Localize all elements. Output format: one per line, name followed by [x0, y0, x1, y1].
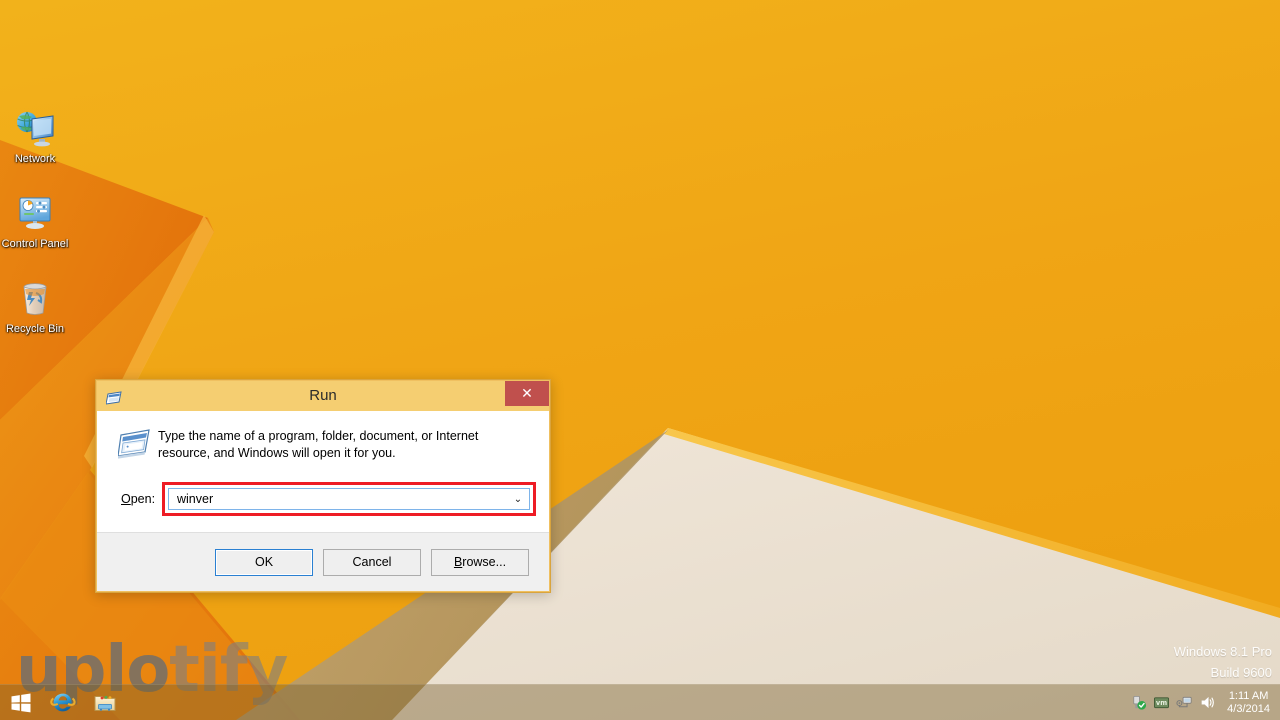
windows-logo-icon [11, 693, 31, 712]
ok-button[interactable]: OK [215, 548, 313, 576]
taskbar-clock[interactable]: 1:11 AM 4/3/2014 [1219, 690, 1280, 716]
desktop-wallpaper [0, 0, 1280, 720]
open-field-highlight: ⌄ [162, 482, 536, 516]
run-window-icon-large [118, 429, 150, 459]
run-dialog-title: Run [309, 387, 337, 404]
browse-button-accel: B [453, 555, 463, 569]
run-dialog-footer: OK Cancel Browse... [97, 532, 549, 591]
run-dialog-titlebar[interactable]: Run ✕ [97, 381, 549, 411]
open-input[interactable] [169, 488, 507, 510]
desktop-screen: Network Control Panel Recycle Bin Window… [0, 0, 1280, 720]
clock-date: 4/3/2014 [1227, 702, 1270, 715]
speaker-icon [1201, 696, 1215, 709]
tray-item-vmware-tools[interactable]: vm [1150, 685, 1173, 720]
tray-item-volume[interactable] [1196, 685, 1219, 720]
desktop-icon-network[interactable]: Network [0, 108, 70, 165]
version-line-2: Build 9600 [1210, 665, 1272, 680]
svg-text:vm: vm [1156, 699, 1167, 707]
open-label-accel: O [121, 492, 131, 506]
tray-item-network[interactable] [1173, 685, 1196, 720]
close-icon[interactable]: ✕ [505, 381, 549, 406]
run-dialog-description: Type the name of a program, folder, docu… [158, 429, 479, 460]
browse-button[interactable]: Browse... [431, 548, 529, 576]
cancel-button[interactable]: Cancel [323, 548, 421, 576]
control-panel-icon [12, 193, 58, 235]
network-tray-icon [1176, 696, 1192, 708]
tray-item-safely-remove[interactable] [1127, 685, 1150, 720]
desktop-icon-recycle-bin[interactable]: Recycle Bin [0, 278, 70, 335]
taskbar-item-file-explorer[interactable] [84, 685, 126, 720]
chevron-down-icon[interactable]: ⌄ [507, 489, 529, 509]
recycle-bin-icon [12, 278, 58, 320]
taskbar: vm 1:11 AM 4/3/2014 [0, 684, 1280, 720]
taskbar-item-internet-explorer[interactable] [42, 685, 84, 720]
desktop-icon-label: Control Panel [1, 238, 69, 250]
desktop-icon-label: Recycle Bin [5, 323, 65, 335]
open-label: Open: [110, 492, 162, 506]
windows-version-watermark: Windows 8.1 Pro Build 9600 [1174, 641, 1272, 683]
internet-explorer-icon [50, 693, 76, 711]
open-combobox[interactable]: ⌄ [168, 488, 530, 510]
usb-eject-icon [1133, 695, 1147, 710]
run-open-row: Open: ⌄ [110, 482, 536, 528]
vmware-tools-icon: vm [1154, 697, 1170, 709]
run-dialog-body: Type the name of a program, folder, docu… [97, 411, 549, 532]
system-tray: vm 1:11 AM 4/3/2014 [1127, 685, 1280, 720]
browse-button-rest: rowse... [462, 555, 507, 569]
desktop-icon-list: Network Control Panel Recycle Bin [0, 108, 70, 363]
clock-time: 1:11 AM [1228, 689, 1269, 702]
version-line-1: Windows 8.1 Pro [1173, 644, 1272, 659]
network-icon [12, 108, 58, 150]
run-dialog: Run ✕ Type the name of a program, folder… [95, 379, 551, 593]
desktop-icon-control-panel[interactable]: Control Panel [0, 193, 70, 250]
open-label-rest: pen: [130, 492, 156, 506]
file-explorer-icon [94, 695, 116, 711]
start-button[interactable] [0, 685, 42, 720]
taskbar-left-group [0, 685, 126, 720]
desktop-icon-label: Network [14, 153, 56, 165]
